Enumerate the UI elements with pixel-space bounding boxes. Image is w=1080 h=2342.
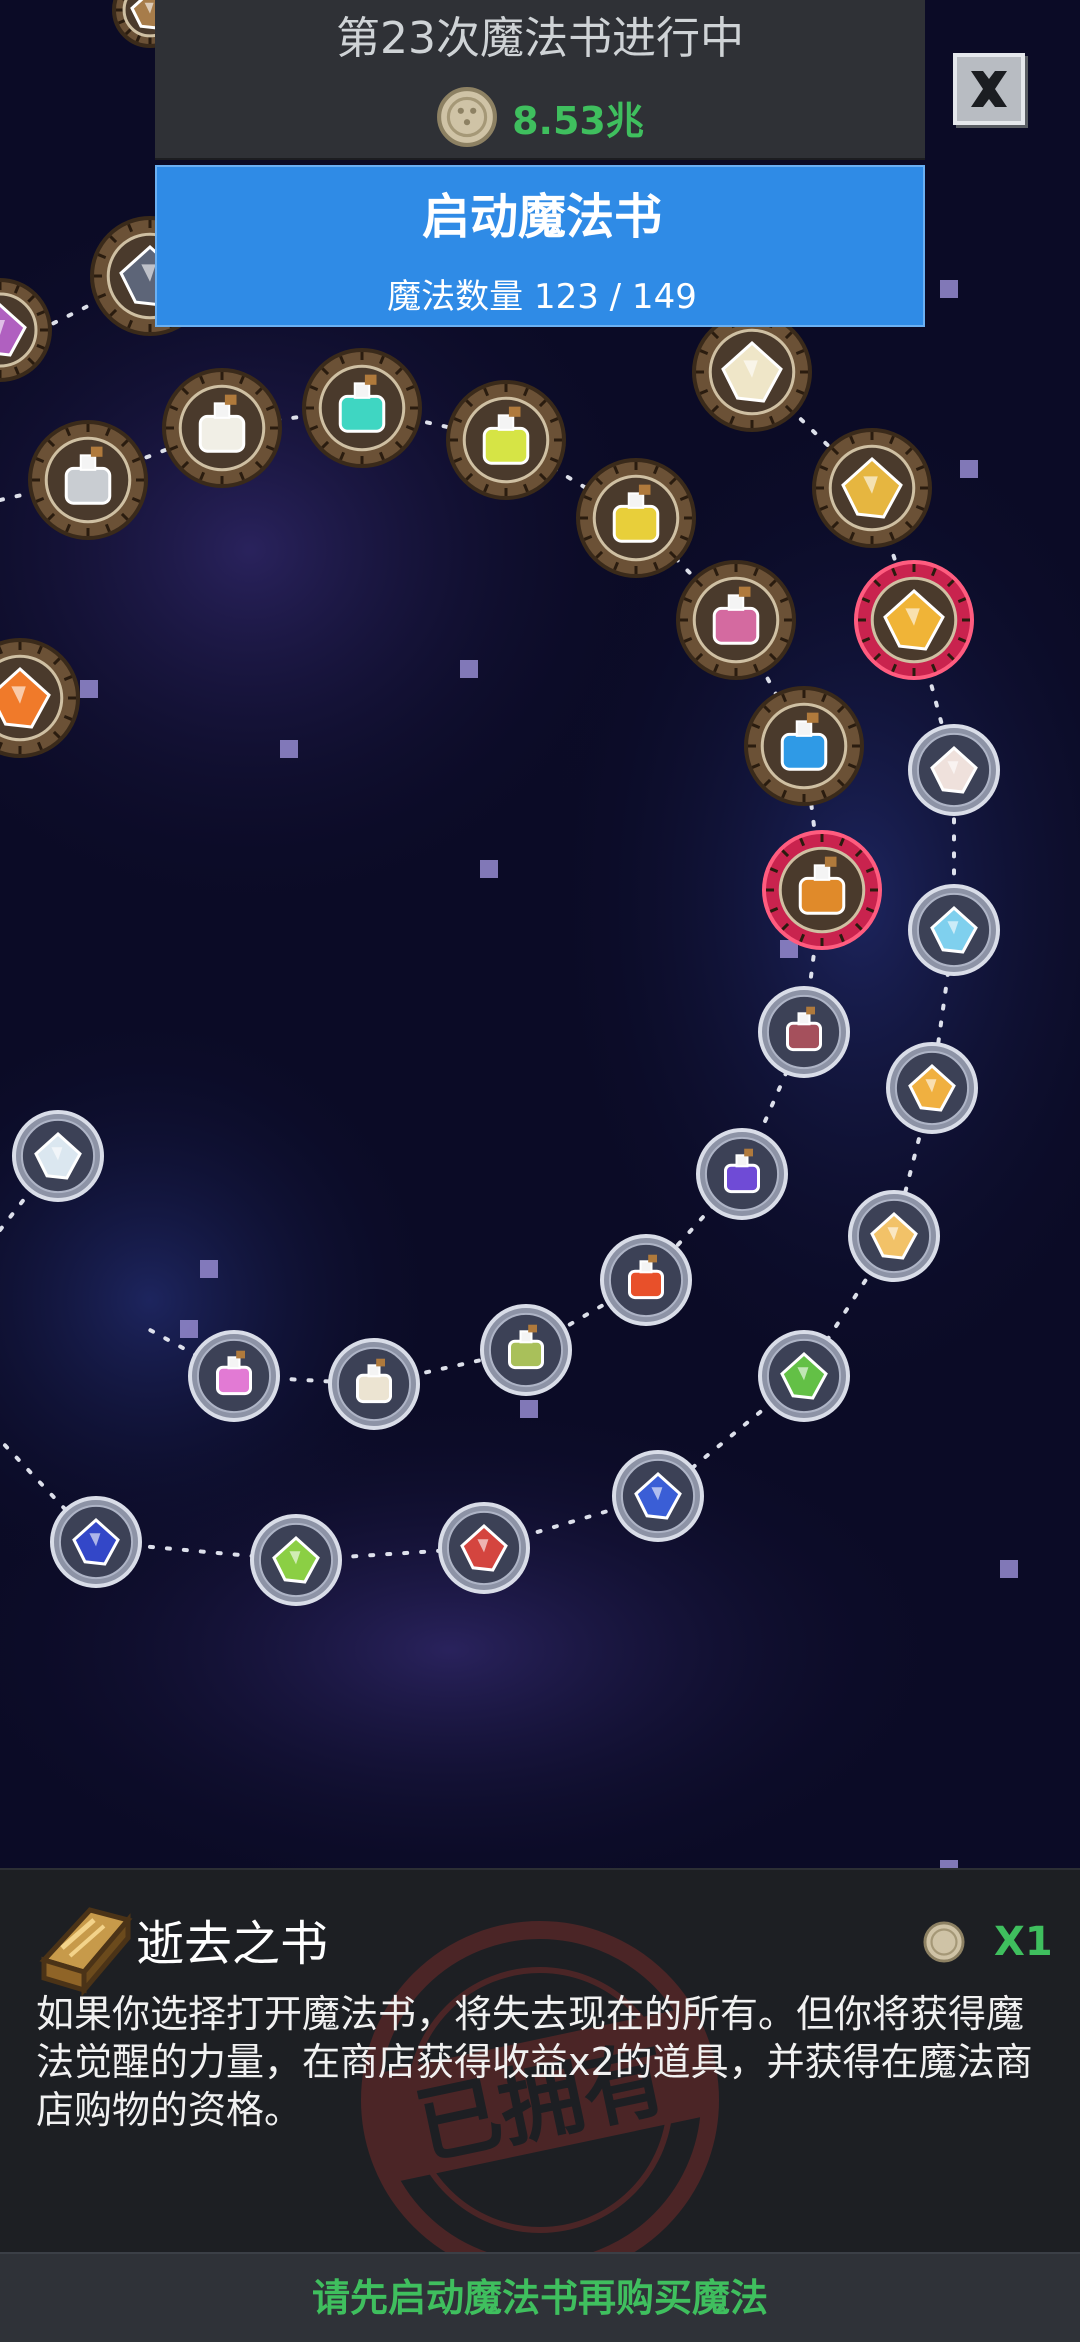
node-potion-pink[interactable] bbox=[674, 558, 798, 682]
node-edge-left[interactable] bbox=[0, 276, 54, 384]
node-pearl[interactable] bbox=[906, 722, 1002, 818]
magic-count-value: 123 / 149 bbox=[534, 277, 697, 317]
node-emerald[interactable] bbox=[248, 1512, 344, 1608]
node-potion-sand[interactable] bbox=[326, 1336, 422, 1432]
node-potion-rainbow[interactable] bbox=[186, 1328, 282, 1424]
node-fire-edge[interactable] bbox=[0, 636, 82, 760]
node-crystal[interactable] bbox=[906, 882, 1002, 978]
header-title: 第23次魔法书进行中 bbox=[155, 8, 925, 70]
node-gold-ingot[interactable] bbox=[690, 310, 814, 434]
node-ruby[interactable] bbox=[436, 1500, 532, 1596]
buy-magic-label: 请先启动魔法书再购买魔法 bbox=[0, 2254, 1080, 2342]
node-green-crystal[interactable] bbox=[756, 1328, 852, 1424]
cost-coin-icon bbox=[922, 1920, 966, 1964]
node-potion-red[interactable] bbox=[598, 1232, 694, 1328]
node-potion-gray[interactable] bbox=[26, 418, 150, 542]
node-potion-blue[interactable] bbox=[742, 684, 866, 808]
coin-amount: 8.53兆 bbox=[512, 90, 644, 145]
coin-icon bbox=[436, 86, 498, 148]
node-potion-teal[interactable] bbox=[300, 346, 424, 470]
node-diamond[interactable] bbox=[10, 1108, 106, 1204]
node-gold-nugget[interactable] bbox=[810, 426, 934, 550]
cost-label: X1 bbox=[994, 1914, 1053, 1970]
node-sapphire[interactable] bbox=[610, 1448, 706, 1544]
book-icon bbox=[34, 1900, 134, 1996]
node-gold-bar-active[interactable] bbox=[852, 558, 976, 682]
node-topaz[interactable] bbox=[884, 1040, 980, 1136]
node-potion-maroon[interactable] bbox=[756, 984, 852, 1080]
buy-magic-button[interactable]: 请先启动魔法书再购买魔法 bbox=[0, 2252, 1080, 2342]
node-potion-white[interactable] bbox=[160, 366, 284, 490]
node-amber-bar[interactable] bbox=[846, 1188, 942, 1284]
coin-balance: 8.53兆 bbox=[155, 86, 925, 148]
header-panel: 第23次魔法书进行中 8.53兆 bbox=[155, 0, 925, 160]
start-button-label: 启动魔法书 bbox=[157, 187, 927, 247]
magic-count: 魔法数量 123 / 149 bbox=[157, 277, 927, 317]
node-blue-gem[interactable] bbox=[48, 1494, 144, 1590]
start-magic-book-button[interactable]: 启动魔法书 魔法数量 123 / 149 bbox=[155, 165, 925, 327]
node-potion-purple[interactable] bbox=[694, 1126, 790, 1222]
close-icon bbox=[965, 65, 1013, 113]
book-title: 逝去之书 bbox=[136, 1912, 328, 1976]
node-potion-orange[interactable] bbox=[760, 828, 884, 952]
node-potion-lime[interactable] bbox=[444, 378, 568, 502]
magic-count-label: 魔法数量 bbox=[387, 277, 523, 317]
book-description: 如果你选择打开魔法书，将失去现在的所有。但你将获得魔法觉醒的力量，在商店获得收益… bbox=[36, 1990, 1046, 2134]
node-potion-olive[interactable] bbox=[478, 1302, 574, 1398]
close-button[interactable] bbox=[953, 53, 1025, 125]
